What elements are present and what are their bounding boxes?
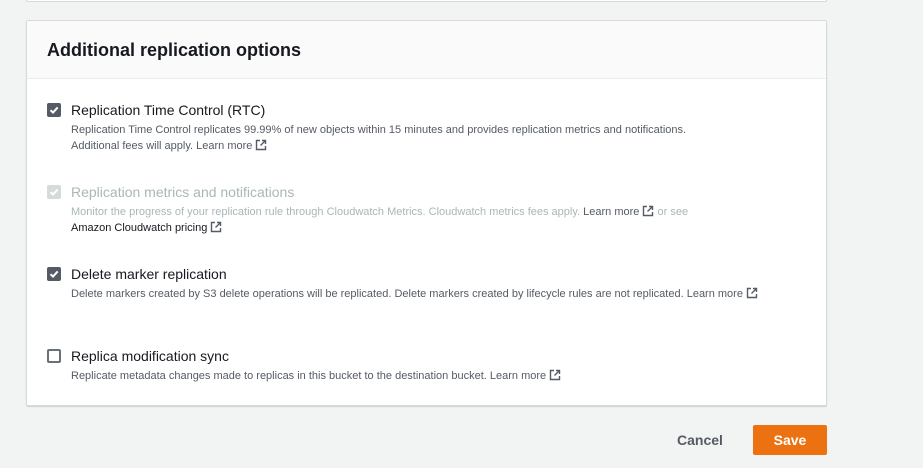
rtc-label[interactable]: Replication Time Control (RTC) xyxy=(71,101,265,119)
cancel-button[interactable]: Cancel xyxy=(666,425,734,455)
checkmark-icon xyxy=(49,188,59,197)
panel-title: Additional replication options xyxy=(47,40,301,60)
delete-marker-description: Delete markers created by S3 delete oper… xyxy=(71,286,769,302)
rtc-learn-more-link[interactable]: Learn more xyxy=(196,139,267,152)
delete-marker-label[interactable]: Delete marker replication xyxy=(71,265,227,283)
save-button[interactable]: Save xyxy=(753,425,827,455)
external-link-icon xyxy=(549,369,561,381)
delete-marker-checkbox[interactable] xyxy=(47,267,61,281)
external-link-icon xyxy=(211,221,222,233)
delete-marker-learn-more-link[interactable]: Learn more xyxy=(687,287,758,300)
replica-sync-learn-more-link[interactable]: Learn more xyxy=(490,369,561,382)
checkmark-icon xyxy=(49,270,59,279)
replica-modification-sync-checkbox[interactable] xyxy=(47,349,61,363)
cloudwatch-pricing-link[interactable]: Amazon Cloudwatch pricing xyxy=(71,221,222,234)
replica-modification-sync-description: Replicate metadata changes made to repli… xyxy=(71,368,771,384)
panel-header: Additional replication options xyxy=(27,21,826,79)
external-link-icon xyxy=(643,205,654,217)
external-link-icon xyxy=(746,287,758,299)
checkmark-icon xyxy=(49,106,59,115)
previous-panel-edge xyxy=(26,0,827,2)
external-link-icon xyxy=(256,139,267,151)
rtc-checkbox[interactable] xyxy=(47,103,61,117)
replica-modification-sync-label[interactable]: Replica modification sync xyxy=(71,347,229,365)
replication-metrics-description: Monitor the progress of your replication… xyxy=(71,205,689,234)
replication-metrics-label: Replication metrics and notifications xyxy=(71,184,295,200)
replication-metrics-checkbox xyxy=(47,185,61,199)
metrics-learn-more-link[interactable]: Learn more xyxy=(583,205,654,218)
additional-replication-options-panel: Additional replication options Replicati… xyxy=(26,20,827,406)
rtc-description: Replication Time Control replicates 99.9… xyxy=(71,124,687,152)
